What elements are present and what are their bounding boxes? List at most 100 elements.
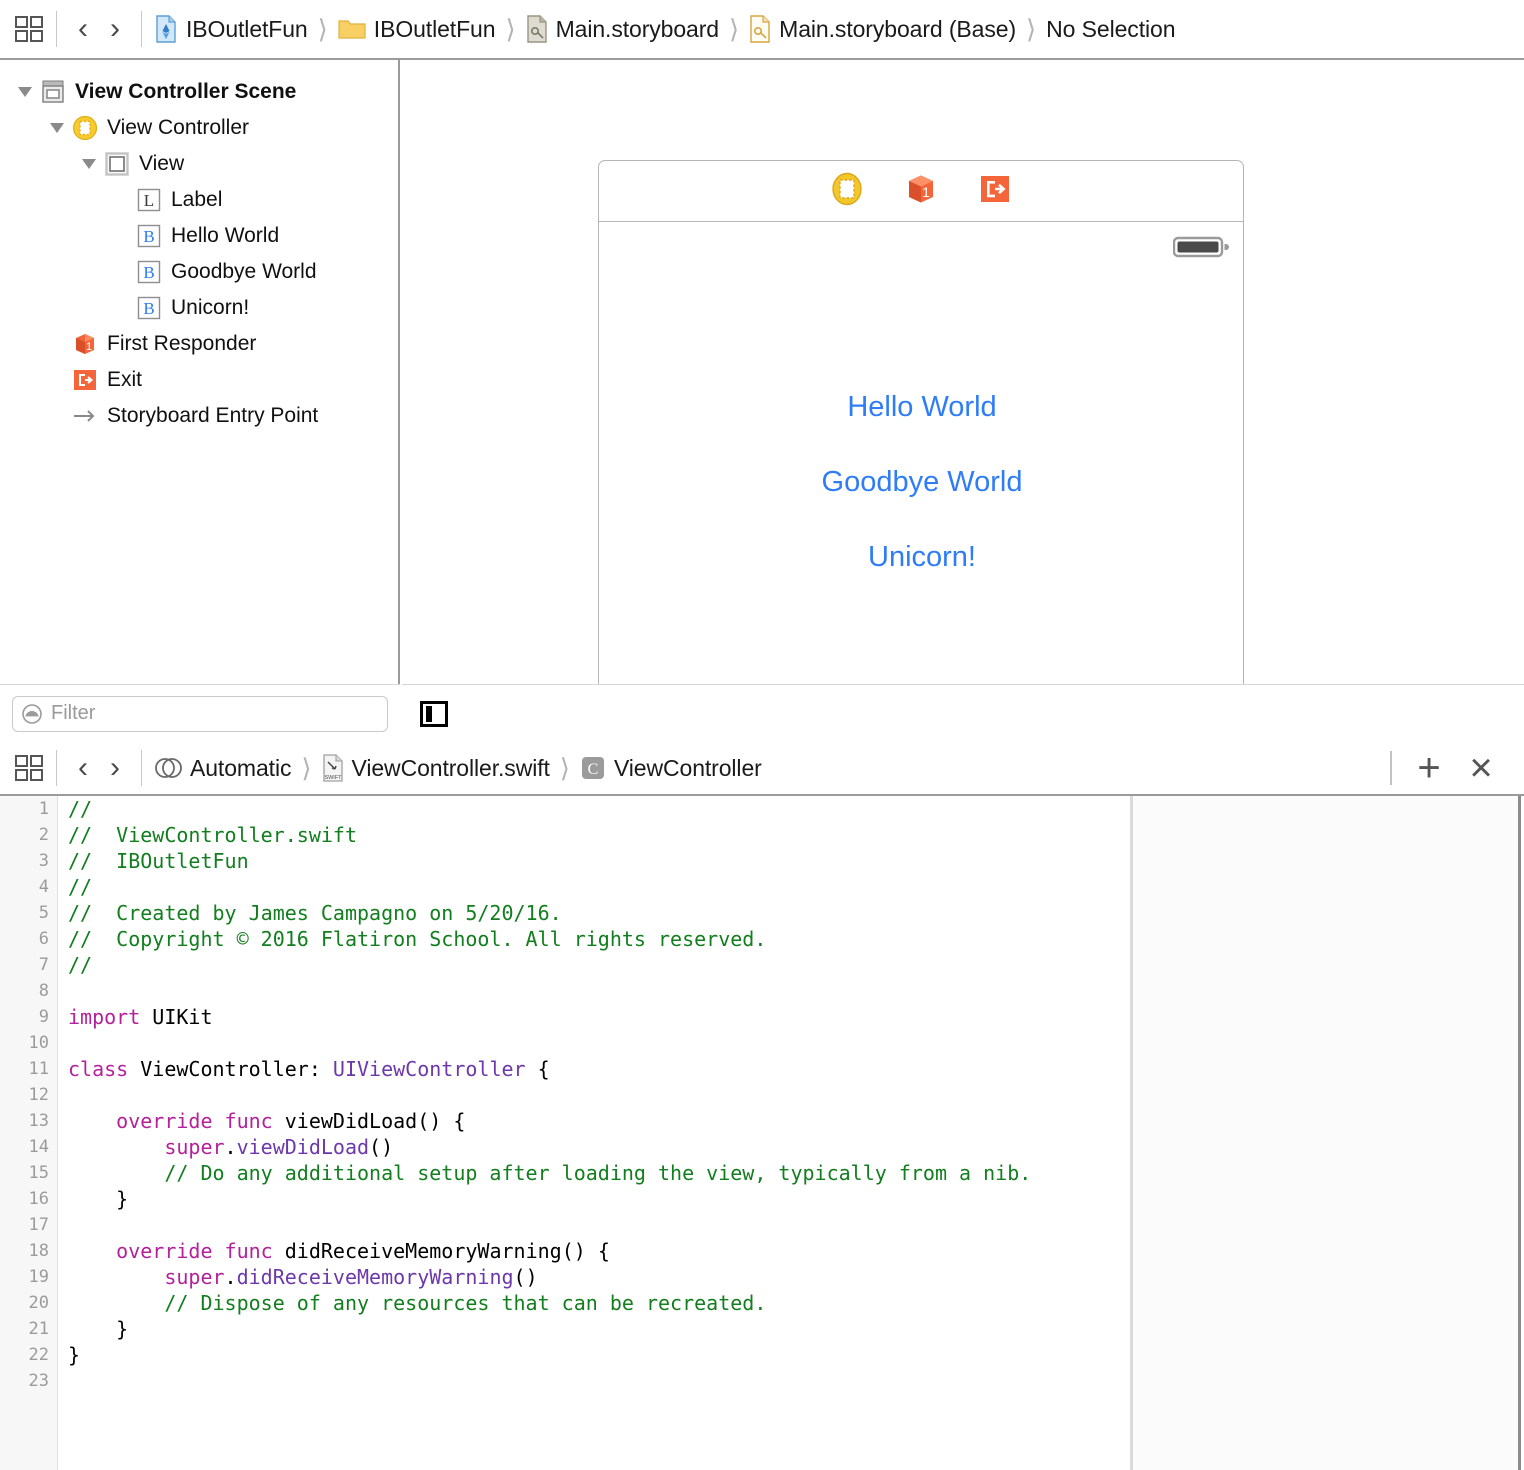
canvas-button-unicorn[interactable]: Unicorn! [599,541,1243,574]
line-number: 17 [28,1215,49,1235]
breadcrumb-item-project[interactable]: IBOutletFun [152,10,310,48]
close-editor-button[interactable]: × [1460,747,1502,789]
code-content[interactable]: //// ViewController.swift// IBOutletFun /… [58,796,1130,1470]
code-line[interactable]: // [68,796,1130,822]
outline-item-view-controller-scene[interactable]: View Controller Scene [0,74,398,110]
outline-item-label-element[interactable]: L Label [0,182,398,218]
battery-icon [1172,234,1229,265]
code-line[interactable]: super.viewDidLoad() [68,1134,1130,1160]
code-token: } [68,1343,81,1367]
svg-text:1: 1 [922,184,930,200]
code-line[interactable]: // IBOutletFun [68,848,1130,874]
breadcrumb-item-automatic[interactable]: Automatic [152,749,293,787]
outline-item-view[interactable]: View [0,146,398,182]
breadcrumb-label: Main.storyboard (Base) [779,15,1017,42]
outline-item-label: View Controller Scene [75,80,297,103]
forward-button[interactable]: › [99,12,131,46]
outline-item-button-hello-world[interactable]: B Hello World [0,218,398,254]
outline-item-view-controller[interactable]: View Controller [0,110,398,146]
code-token: viewDidLoad [236,1135,370,1159]
assistant-editor-pane[interactable] [1133,796,1521,1470]
svg-text:B: B [143,263,154,282]
disclosure-triangle-down-icon[interactable] [48,119,66,137]
line-number: 2 [38,825,49,845]
outline-item-first-responder[interactable]: 1 First Responder [0,326,398,362]
code-token: // Copyright © 2016 Flatiron School. All… [68,927,767,951]
view-controller-icon[interactable] [830,172,864,211]
view-controller-scene[interactable]: 1 Hello World Goodbye World Unicorn! [598,160,1244,720]
outline-item-button-goodbye-world[interactable]: B Goodbye World [0,254,398,290]
chevron-right-icon: ⟩ [317,14,328,44]
code-line[interactable]: // Dispose of any resources that can be … [68,1290,1130,1316]
outline-item-label: Hello World [171,224,280,247]
code-token: override func [116,1109,273,1133]
editor-back-button[interactable]: ‹ [67,751,99,785]
breadcrumb-item-storyboard-base[interactable]: Main.storyboard (Base) [747,10,1018,48]
outline-item-button-unicorn[interactable]: B Unicorn! [0,290,398,326]
code-line[interactable]: // [68,874,1130,900]
editor-forward-button[interactable]: › [99,751,131,785]
code-line[interactable] [68,978,1130,1004]
code-line[interactable] [68,1030,1130,1056]
code-line[interactable]: // Do any additional setup after loading… [68,1160,1130,1186]
canvas-button-goodbye-world[interactable]: Goodbye World [599,466,1243,499]
breadcrumb-item-folder[interactable]: IBOutletFun [336,10,498,48]
jump-bar-separator-2 [141,11,142,47]
code-line[interactable]: } [68,1342,1130,1368]
code-token: didReceiveMemoryWarning [236,1265,514,1289]
outline-item-label: Storyboard Entry Point [107,404,319,427]
code-line[interactable]: } [68,1186,1130,1212]
code-line[interactable]: override func didReceiveMemoryWarning() … [68,1238,1130,1264]
code-token: // [68,875,93,899]
back-button[interactable]: ‹ [67,12,99,46]
code-line[interactable]: // Created by James Campagno on 5/20/16. [68,900,1130,926]
breadcrumb-item-swift-file[interactable]: SWIFT ViewController.swift [320,749,552,787]
breadcrumb-item-selection[interactable]: No Selection [1044,10,1177,48]
code-line[interactable] [68,1368,1130,1394]
code-line[interactable]: import UIKit [68,1004,1130,1030]
line-number: 21 [28,1319,49,1339]
code-line[interactable]: // Copyright © 2016 Flatiron School. All… [68,926,1130,952]
filter-placeholder: Filter [51,702,96,724]
breadcrumb-label: ViewController.swift [351,754,550,781]
filter-input[interactable]: Filter [12,695,388,732]
code-line[interactable]: // ViewController.swift [68,822,1130,848]
breadcrumb-item-storyboard[interactable]: Main.storyboard [524,10,721,48]
exit-icon [72,367,98,393]
code-line[interactable] [68,1212,1130,1238]
outline-item-exit[interactable]: Exit [0,362,398,398]
breadcrumb-label: Automatic [190,754,292,781]
scene-icon [40,79,66,105]
editor-breadcrumb: Automatic ⟩ SWIFT ViewController.swift ⟩ [152,749,1390,787]
add-editor-button[interactable]: + [1408,747,1450,789]
editor-bar-separator-1 [56,750,57,786]
outline-item-label: Label [171,188,223,211]
breadcrumb-item-class[interactable]: C ViewController [578,749,764,787]
code-line[interactable]: override func viewDidLoad() { [68,1108,1130,1134]
outline-item-storyboard-entry-point[interactable]: Storyboard Entry Point [0,398,398,434]
editor-bar-separator-2 [141,750,142,786]
button-stack: Hello World Goodbye World Unicorn! [599,391,1243,574]
code-line[interactable]: // [68,952,1130,978]
disclosure-triangle-down-icon[interactable] [16,83,34,101]
code-line[interactable]: } [68,1316,1130,1342]
button-icon: B [136,223,162,249]
canvas-button-hello-world[interactable]: Hello World [599,391,1243,424]
code-line[interactable] [68,1082,1130,1108]
code-token: . [224,1135,237,1159]
source-code-editor[interactable]: 1 2 3 4 5 6 7 8 9 10 11 12 13 14 15 16 17 18 19 20 21 22 23 //… [0,796,1524,1470]
exit-icon[interactable] [978,172,1012,211]
first-responder-icon[interactable]: 1 [904,172,938,211]
code-line[interactable]: super.didReceiveMemoryWarning() [68,1264,1130,1290]
chevron-right-icon: ⟩ [301,753,312,783]
canvas-bottom-bar [402,684,1524,742]
disclosure-triangle-down-icon[interactable] [80,155,98,173]
document-outline-toggle-icon[interactable] [420,700,448,727]
code-line[interactable]: class ViewController: UIViewController { [68,1056,1130,1082]
editor-grid-icon[interactable] [12,13,46,45]
automatic-icon [154,755,182,781]
scene-view[interactable]: Hello World Goodbye World Unicorn! [598,222,1244,720]
editor-grid-icon[interactable] [12,752,46,784]
storyboard-canvas[interactable]: 1 Hello World Goodbye World Unicorn! [402,60,1524,742]
